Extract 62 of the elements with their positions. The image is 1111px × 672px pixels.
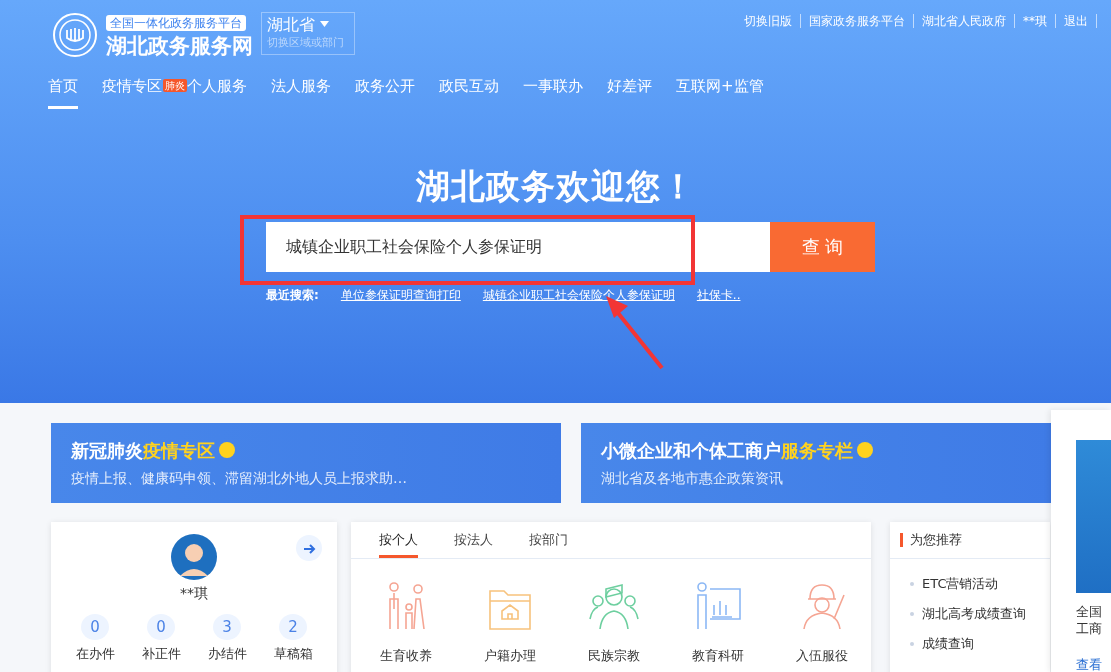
bullet-dot bbox=[910, 642, 914, 646]
search-button[interactable]: 查 询 bbox=[770, 221, 875, 272]
arrow-right-icon[interactable] bbox=[296, 535, 322, 561]
region-selector[interactable]: 湖北省 切换区域或部门 bbox=[261, 12, 355, 55]
banner-subtitle: 疫情上报、健康码申领、滞留湖北外地人员上报求助… bbox=[71, 469, 408, 488]
stat-label: 补正件 bbox=[141, 645, 181, 663]
view-details-link[interactable]: 查看 bbox=[1076, 655, 1111, 672]
stat-label: 在办件 bbox=[75, 645, 115, 663]
new-badge: 肺炎 bbox=[163, 79, 187, 92]
stat-label: 草稿箱 bbox=[273, 645, 313, 663]
nav-tab[interactable]: 疫情专区 $^{肺炎}$ bbox=[102, 75, 187, 109]
top-link[interactable]: 国家政务服务平台 bbox=[801, 14, 914, 28]
recommend-title: 为您推荐 bbox=[910, 531, 962, 550]
recommend-link[interactable]: 成绩查询 bbox=[922, 629, 974, 659]
promo-banner[interactable]: 新冠肺炎疫情专区 疫情上报、健康码申领、滞留湖北外地人员上报求助… bbox=[51, 423, 561, 503]
recent-search-link[interactable]: 单位参保证明查询打印 bbox=[340, 285, 461, 304]
top-link[interactable]: 湖北省人民政府 bbox=[914, 14, 1015, 28]
category-tab[interactable]: 按个人 bbox=[379, 529, 418, 558]
banner-title: 小微企业和个体工商户服务专栏 bbox=[601, 437, 1031, 464]
dropdown-caret-icon bbox=[320, 21, 330, 27]
banner-subtitle: 湖北省及各地市惠企政策资讯 bbox=[601, 469, 784, 488]
bullet-dot bbox=[910, 612, 914, 616]
recent-search-link[interactable]: 社保卡.. bbox=[696, 285, 741, 304]
service-item[interactable]: 民族宗教 bbox=[581, 579, 647, 666]
bullet-dot bbox=[910, 582, 914, 586]
category-tab[interactable]: 按部门 bbox=[529, 529, 568, 558]
nav-tab[interactable]: 一事联办 bbox=[523, 75, 583, 109]
count-badge[interactable]: 0 bbox=[81, 614, 109, 640]
top-link[interactable]: **琪 bbox=[1015, 14, 1056, 28]
platform-tag: 全国一体化政务服务平台 bbox=[106, 15, 246, 31]
count-badge[interactable]: 0 bbox=[147, 614, 175, 640]
recommend-link[interactable]: ETC营销活动 bbox=[922, 569, 999, 599]
nav-tab[interactable]: 法人服务 bbox=[271, 75, 331, 109]
search-field[interactable]: 城镇企业职工社会保险个人参保证明 bbox=[266, 221, 770, 272]
accent-bar bbox=[900, 533, 903, 547]
stat-label: 办结件 bbox=[207, 645, 247, 663]
top-link[interactable]: 退出 bbox=[1056, 14, 1097, 28]
nav-tab[interactable]: 个人服务 bbox=[187, 75, 247, 109]
service-item[interactable]: 户籍办理 bbox=[477, 579, 543, 666]
nav-tab[interactable]: 政务公开 bbox=[355, 75, 415, 109]
banner-title: 新冠肺炎疫情专区 bbox=[71, 437, 541, 464]
promo-banner[interactable]: 小微企业和个体工商户服务专栏 湖北省及各地市惠企政策资讯 bbox=[581, 423, 1051, 503]
emblem-logo-icon bbox=[52, 12, 98, 58]
user-name: **琪 bbox=[179, 584, 209, 603]
welcome-heading: 湖北政务欢迎您！ bbox=[414, 164, 697, 208]
recent-label: 最近搜索: bbox=[266, 286, 319, 304]
nav-tab[interactable]: 政民互动 bbox=[439, 75, 499, 109]
count-badge[interactable]: 2 bbox=[279, 614, 307, 640]
promo-text: 工商 bbox=[1076, 620, 1103, 637]
nav-tab[interactable]: 首页 bbox=[48, 75, 78, 109]
nav-tab[interactable]: 互联网+监管 bbox=[676, 75, 764, 109]
service-item[interactable]: 生育收养 bbox=[373, 579, 439, 666]
avatar-silhouette-icon bbox=[171, 534, 217, 580]
nav-tab[interactable]: 好差评 bbox=[607, 75, 652, 109]
category-tab[interactable]: 按法人 bbox=[454, 529, 493, 558]
top-link[interactable]: 切换旧版 bbox=[736, 14, 801, 28]
count-badge[interactable]: 3 bbox=[213, 614, 241, 640]
recommend-link[interactable]: 湖北高考成绩查询 bbox=[922, 599, 1026, 629]
service-item[interactable]: 入伍服役 bbox=[789, 579, 855, 666]
site-title: 湖北政务服务网 bbox=[106, 33, 253, 59]
promo-text: 全国 bbox=[1076, 603, 1103, 620]
service-item[interactable]: 教育科研 bbox=[685, 579, 751, 666]
